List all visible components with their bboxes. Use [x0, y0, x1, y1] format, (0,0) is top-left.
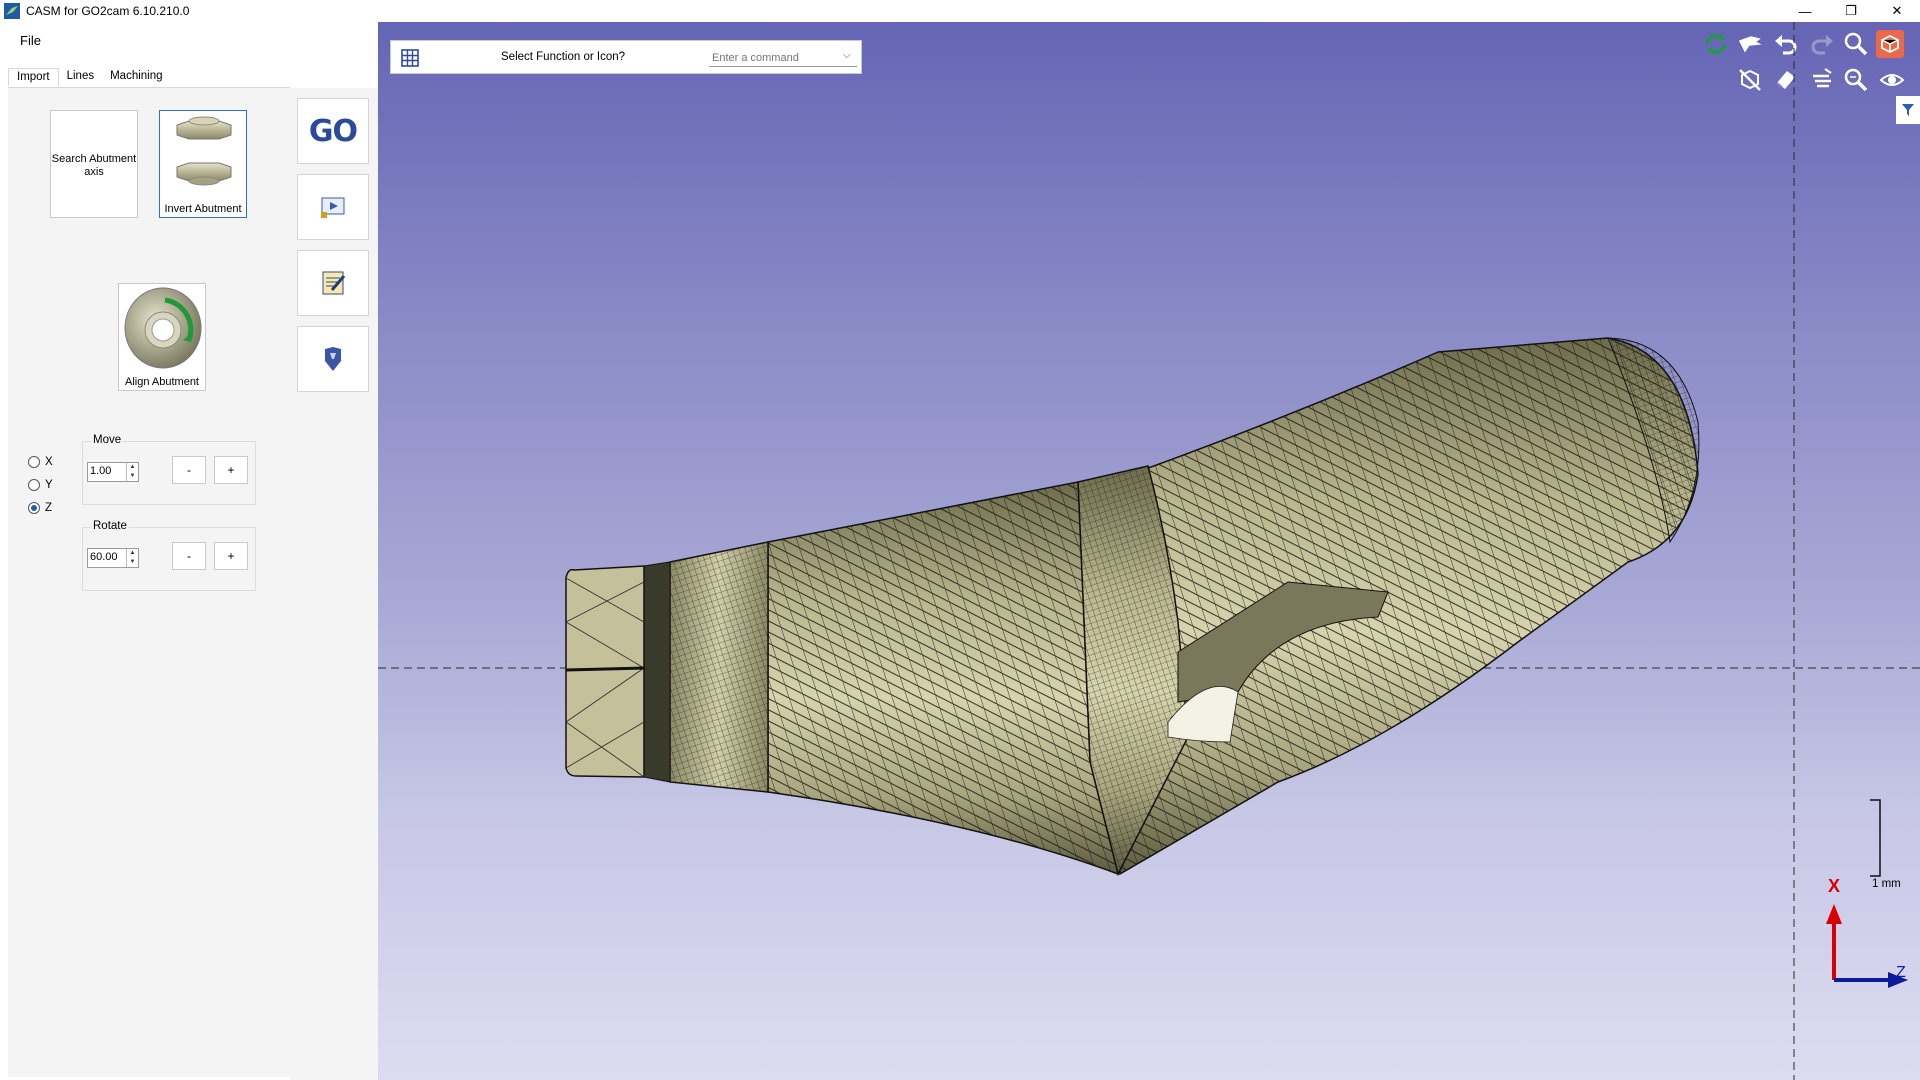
move-plus-button[interactable]: +: [214, 456, 248, 484]
axis-y-radio[interactable]: Y: [28, 479, 53, 491]
import-tab-page: Search Abutment axis Invert Abutment Ali…: [8, 87, 290, 1077]
axis-x-label: X: [45, 456, 53, 468]
abutment-3d-model[interactable]: [378, 22, 1920, 1080]
menu-bar: File: [0, 22, 378, 58]
rotate-value: 60.00: [90, 551, 118, 563]
menu-file[interactable]: File: [20, 33, 41, 48]
rotate-minus-button[interactable]: -: [172, 542, 206, 570]
axis-z-radio[interactable]: Z: [28, 502, 52, 514]
window-title: CASM for GO2cam 6.10.210.0: [26, 4, 190, 18]
search-abutment-axis-label: Search Abutment axis: [51, 153, 137, 178]
axis-z-triad-label: Z: [1896, 964, 1906, 981]
search-abutment-axis-button[interactable]: Search Abutment axis: [50, 110, 138, 218]
move-title: Move: [91, 434, 124, 446]
3d-viewport[interactable]: Select Function or Icon? ⌵: [378, 22, 1920, 1080]
tab-lines[interactable]: Lines: [59, 68, 103, 86]
move-spinbox[interactable]: 1.00 ▲ ▼: [87, 462, 139, 482]
axis-z-radio-dot: [28, 502, 40, 514]
tab-strip: Import Lines Machining: [8, 68, 171, 88]
report-button[interactable]: [297, 250, 369, 316]
invert-abutment-icon: [176, 116, 232, 186]
move-group: Move 1.00 ▲ ▼ - +: [82, 434, 256, 505]
axis-triad: [1826, 904, 1908, 988]
axis-y-radio-dot: [28, 479, 40, 491]
shield-tool-button[interactable]: [297, 326, 369, 392]
tab-import[interactable]: Import: [8, 68, 59, 86]
side-toolbar: GO: [290, 88, 378, 1080]
align-abutment-icon: [124, 287, 202, 369]
maximize-button[interactable]: ❐: [1828, 0, 1874, 22]
axis-x-radio-dot: [28, 456, 40, 468]
invert-abutment-label: Invert Abutment: [164, 203, 242, 215]
go-button[interactable]: GO: [297, 98, 369, 164]
invert-abutment-button[interactable]: Invert Abutment: [159, 110, 247, 218]
minimize-button[interactable]: —: [1782, 0, 1828, 22]
align-abutment-label: Align Abutment: [125, 376, 199, 388]
title-bar: CASM for GO2cam 6.10.210.0 — ❐ ✕: [0, 0, 1920, 22]
rotate-spinbox[interactable]: 60.00 ▲ ▼: [87, 548, 139, 568]
rotate-title: Rotate: [91, 520, 129, 532]
spin-arrows-icon[interactable]: ▲ ▼: [126, 549, 138, 567]
axis-x-radio[interactable]: X: [28, 456, 53, 468]
axis-z-label: Z: [45, 502, 53, 514]
move-minus-button[interactable]: -: [172, 456, 206, 484]
app-logo-icon: [4, 3, 20, 19]
rotate-plus-button[interactable]: +: [214, 542, 248, 570]
spin-arrows-icon[interactable]: ▲ ▼: [126, 463, 138, 481]
report-icon: [322, 271, 346, 295]
scale-bar: [1870, 799, 1881, 877]
shield-icon: [325, 347, 341, 371]
move-value: 1.00: [90, 465, 112, 477]
axis-x-triad-label: X: [1828, 876, 1841, 896]
simulation-button[interactable]: [297, 174, 369, 240]
go-label: GO: [308, 113, 358, 149]
simulation-icon: [321, 197, 345, 218]
tab-machining[interactable]: Machining: [102, 68, 170, 86]
close-button[interactable]: ✕: [1874, 0, 1920, 22]
axis-y-label: Y: [45, 479, 53, 491]
align-abutment-button[interactable]: Align Abutment: [118, 283, 206, 391]
rotate-group: Rotate 60.00 ▲ ▼ - +: [82, 520, 256, 591]
